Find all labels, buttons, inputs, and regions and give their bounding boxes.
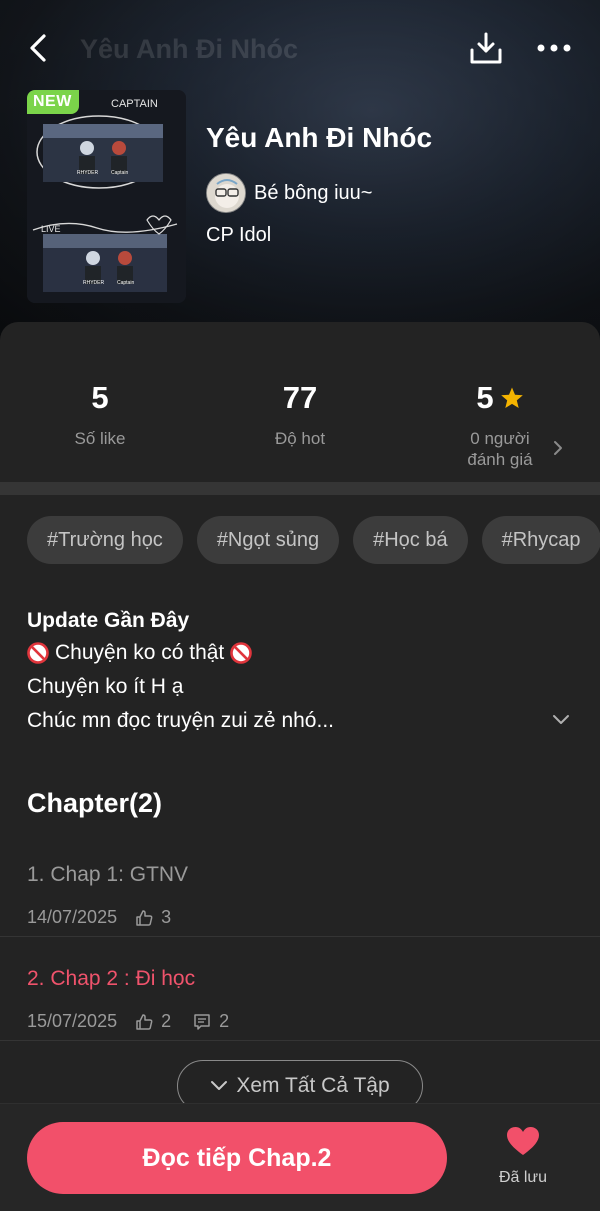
back-arrow-icon — [30, 34, 46, 62]
chapter-date: 15/07/2025 — [27, 1011, 118, 1031]
new-badge: NEW — [27, 90, 79, 114]
stats-row: 5 Số like 77 Độ hot 5 0 người đánh giá — [0, 322, 600, 482]
download-button[interactable] — [464, 26, 508, 70]
hot-value: 77 — [282, 380, 318, 415]
heart-icon — [507, 1127, 539, 1155]
star-icon — [500, 387, 523, 408]
cover-text-captain-2: Captain — [117, 280, 134, 286]
chapter-name[interactable]: 1. Chap 1: GTNV — [27, 863, 188, 887]
comment-icon — [194, 1013, 210, 1030]
chapter-item[interactable]: 1. Chap 1: GTNV 14/07/2025 3 — [0, 833, 600, 937]
no-entry-icon — [27, 642, 49, 664]
story-category[interactable]: CP Idol — [206, 224, 271, 247]
likes-value: 5 — [91, 380, 109, 415]
tag-item[interactable]: #Rhycap — [481, 516, 600, 564]
tag-item[interactable]: #Ngọt sủng — [196, 516, 340, 564]
thumbs-up-icon — [136, 909, 153, 926]
no-entry-icon — [230, 642, 253, 664]
stat-rating[interactable]: 5 0 người đánh giá — [400, 380, 600, 470]
chapter-comment-count: 2 — [219, 1011, 230, 1031]
more-icon — [537, 44, 571, 52]
continue-reading-button[interactable]: Đọc tiếp Chap.2 — [27, 1122, 447, 1194]
hot-label: Độ hot — [274, 429, 326, 448]
story-cover-image[interactable]: CAPTAIN RHYDER Captain LIVE RHYDER Capta… — [27, 90, 186, 303]
header-ghost-title: Yêu Anh Đi Nhóc — [80, 34, 299, 64]
thumbs-up-icon — [136, 1013, 153, 1030]
author-row[interactable]: Bé bông iuu~ — [206, 173, 372, 213]
description-line-2: Chuyện ko ít H ạ — [27, 675, 184, 698]
likes-label: Số like — [74, 429, 126, 448]
more-options-button[interactable] — [532, 26, 576, 70]
download-icon — [470, 32, 502, 64]
description-line-1: Chuyện ko có thật — [55, 641, 225, 664]
rating-value: 5 — [476, 380, 494, 415]
section-divider — [0, 482, 600, 495]
chapter-like-count: 3 — [161, 907, 172, 927]
cover-text-rhyder: RHYDER — [77, 170, 99, 176]
cover-text-captain: CAPTAIN — [111, 98, 158, 110]
author-name[interactable]: Bé bông iuu~ — [254, 182, 372, 205]
rating-count-label: 0 người — [470, 429, 530, 448]
cover-text-captain-small: Captain — [111, 170, 128, 176]
rating-count-label-2: đánh giá — [467, 450, 533, 469]
chevron-down-icon[interactable] — [552, 714, 570, 726]
description-heading: Update Gần Đây — [27, 609, 190, 632]
save-button[interactable]: Đã lưu — [488, 1126, 558, 1187]
story-details-panel: 5 Số like 77 Độ hot 5 0 người đánh giá #… — [0, 322, 600, 1211]
chevron-right-icon[interactable] — [553, 440, 563, 456]
story-title: Yêu Anh Đi Nhóc — [206, 122, 433, 153]
see-all-label: Xem Tất Cả Tập — [236, 1074, 390, 1097]
bottom-action-bar: Đọc tiếp Chap.2 Đã lưu — [0, 1103, 600, 1211]
chapters-title: Chapter(2) — [27, 788, 163, 818]
story-description[interactable]: Update Gần Đây Chuyện ko có thật Chuyện … — [27, 606, 567, 738]
cover-text-rhyder-2: RHYDER — [83, 280, 105, 286]
tag-list: #Trường học #Ngọt sủng #Học bá #Rhycap — [27, 516, 600, 564]
author-avatar[interactable] — [206, 173, 246, 213]
chevron-down-icon — [211, 1081, 228, 1090]
chapter-item[interactable]: 2. Chap 2 : Đi học 15/07/2025 2 2 — [0, 937, 600, 1041]
tag-item[interactable]: #Trường học — [27, 516, 183, 564]
chapter-date: 14/07/2025 — [27, 907, 118, 927]
stat-hot: 77 Độ hot — [200, 380, 400, 449]
saved-label: Đã lưu — [498, 1169, 548, 1186]
stat-likes: 5 Số like — [0, 380, 200, 449]
tag-item[interactable]: #Học bá — [353, 516, 468, 564]
description-line-3: Chúc mn đọc truyện zui zẻ nhó... — [27, 709, 334, 732]
chapter-like-count: 2 — [161, 1011, 172, 1031]
cover-text-live: LIVE — [41, 224, 61, 234]
chapter-name[interactable]: 2. Chap 2 : Đi học — [27, 967, 195, 991]
back-button[interactable] — [18, 28, 58, 68]
